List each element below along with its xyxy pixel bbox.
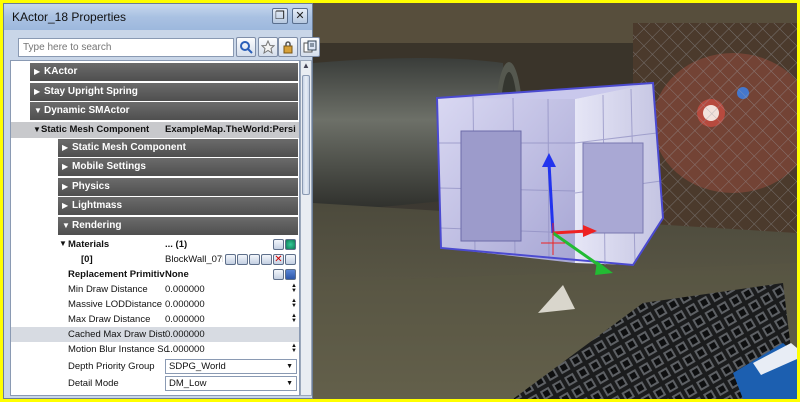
property-row[interactable]: Cached Max Draw Distar 0.000000 (11, 327, 299, 342)
expand-arrow-icon: ▶ (62, 143, 69, 152)
category-lightmass[interactable]: ▶ Lightmass (58, 197, 298, 215)
collapse-arrow-icon: ▼ (33, 125, 41, 134)
category-dynamic-smactor[interactable]: ▼ Dynamic SMActor (30, 102, 298, 120)
property-label: Massive LODDistance (68, 299, 162, 310)
insert-icon[interactable] (261, 254, 272, 265)
property-row[interactable]: Motion Blur Instance Sca 1.000000 ▲ ▼ (11, 342, 299, 357)
copy-properties-button[interactable] (300, 37, 320, 57)
chevron-down-icon: ▼ (286, 363, 293, 370)
title-bar[interactable]: KActor_18 Properties ❐ ✕ (4, 4, 312, 30)
property-label: Cached Max Draw Distar (68, 329, 166, 340)
property-value: 0.000000 (165, 329, 205, 340)
scroll-thumb[interactable] (302, 75, 310, 195)
property-label: Depth Priority Group (68, 361, 155, 372)
expand-arrow-icon: ▶ (34, 87, 41, 96)
property-label: Min Draw Distance (68, 284, 148, 295)
browse-icon[interactable] (237, 254, 248, 265)
category-mobile-settings[interactable]: ▶ Mobile Settings (58, 158, 298, 176)
property-tree[interactable]: ▶ KActor ▶ Stay Upright Spring ▼ Dynamic… (10, 60, 300, 396)
favorite-button[interactable] (258, 37, 278, 57)
property-value[interactable]: 0.000000 (165, 314, 275, 325)
category-kactor[interactable]: ▶ KActor (30, 63, 298, 81)
property-label: Motion Blur Instance Sca (68, 344, 166, 355)
category-stay-upright-spring[interactable]: ▶ Stay Upright Spring (30, 83, 298, 101)
restore-button[interactable]: ❐ (272, 8, 288, 24)
find-button[interactable] (236, 37, 256, 57)
expand-arrow-icon: ▶ (34, 67, 41, 76)
expand-arrow-icon: ▶ (62, 182, 69, 191)
clear-icon[interactable] (273, 269, 284, 280)
depth-priority-select[interactable]: SDPG_World ▼ (165, 359, 297, 374)
spinner-arrows-icon[interactable]: ▲ ▼ (291, 313, 299, 325)
property-label: Max Draw Distance (68, 314, 151, 325)
collapse-arrow-icon: ▼ (34, 106, 42, 115)
search-input[interactable] (18, 38, 234, 57)
property-row[interactable]: Replacement Primitiv None (11, 267, 299, 282)
level-viewport[interactable] (313, 3, 797, 399)
detail-mode-select[interactable]: DM_Low ▼ (165, 376, 297, 391)
select-value: DM_Low (169, 378, 207, 389)
component-label: Static Mesh Component (41, 124, 150, 135)
empty-array-icon[interactable] (285, 239, 296, 250)
static-mesh-component-row[interactable]: ▼ Static Mesh Component ExampleMap.TheWo… (11, 122, 299, 138)
materials-row[interactable]: ▼ Materials ... (1) (11, 237, 299, 252)
collapse-arrow-icon: ▼ (59, 239, 67, 248)
category-static-mesh-component[interactable]: ▶ Static Mesh Component (58, 139, 298, 157)
expand-arrow-icon: ▶ (62, 201, 69, 210)
viewport-scene (313, 3, 797, 399)
material-value: BlockWall_07b (165, 254, 223, 265)
properties-toolbar (10, 32, 320, 62)
category-rendering[interactable]: ▼ Rendering (58, 217, 298, 235)
spinner-arrows-icon[interactable]: ▲ ▼ (291, 298, 299, 310)
close-button[interactable]: ✕ (292, 8, 308, 24)
property-row[interactable]: Max Draw Distance 0.000000 ▲ ▼ (11, 312, 299, 327)
property-value[interactable]: 1.000000 (165, 344, 275, 355)
material-element-row[interactable]: [0] BlockWall_07b ✕ (11, 252, 299, 267)
duplicate-icon[interactable] (285, 254, 296, 265)
materials-count: ... (1) (165, 239, 188, 250)
collapse-arrow-icon: ▼ (62, 221, 70, 230)
find-in-browser-icon[interactable] (249, 254, 260, 265)
depth-priority-row[interactable]: Depth Priority Group SDPG_World ▼ (11, 359, 299, 374)
dropdown-icon[interactable] (285, 269, 296, 280)
property-value[interactable]: 0.000000 (165, 299, 275, 310)
chevron-down-icon: ▼ (286, 380, 293, 387)
delete-icon[interactable]: ✕ (273, 254, 284, 265)
property-value: None (165, 269, 189, 280)
materials-label: Materials (68, 239, 110, 250)
expand-arrow-icon: ▶ (62, 162, 69, 171)
spinner-arrows-icon[interactable]: ▲ ▼ (291, 283, 299, 295)
component-value: ExampleMap.TheWorld:Persi (165, 124, 296, 135)
vertical-scrollbar[interactable]: ▲ (300, 60, 312, 396)
property-label: Detail Mode (68, 378, 119, 389)
property-row[interactable]: Min Draw Distance 0.000000 ▲ ▼ (11, 282, 299, 297)
select-value: SDPG_World (169, 361, 226, 372)
window-title: KActor_18 Properties (12, 10, 127, 24)
property-value[interactable]: 0.000000 (165, 284, 275, 295)
material-index: [0] (81, 254, 93, 265)
scroll-up-icon[interactable]: ▲ (301, 61, 311, 73)
add-item-icon[interactable] (273, 239, 284, 250)
category-physics[interactable]: ▶ Physics (58, 178, 298, 196)
property-label: Replacement Primitiv (68, 269, 165, 280)
editor-frame: KActor_18 Properties ❐ ✕ Type here to se… (3, 3, 797, 399)
spinner-arrows-icon[interactable]: ▲ ▼ (291, 343, 299, 355)
detail-mode-row[interactable]: Detail Mode DM_Low ▼ (11, 376, 299, 391)
property-row[interactable]: Massive LODDistance 0.000000 ▲ ▼ (11, 297, 299, 312)
properties-window: KActor_18 Properties ❐ ✕ Type here to se… (3, 3, 320, 399)
lock-button[interactable] (278, 37, 298, 57)
use-selected-icon[interactable] (225, 254, 236, 265)
